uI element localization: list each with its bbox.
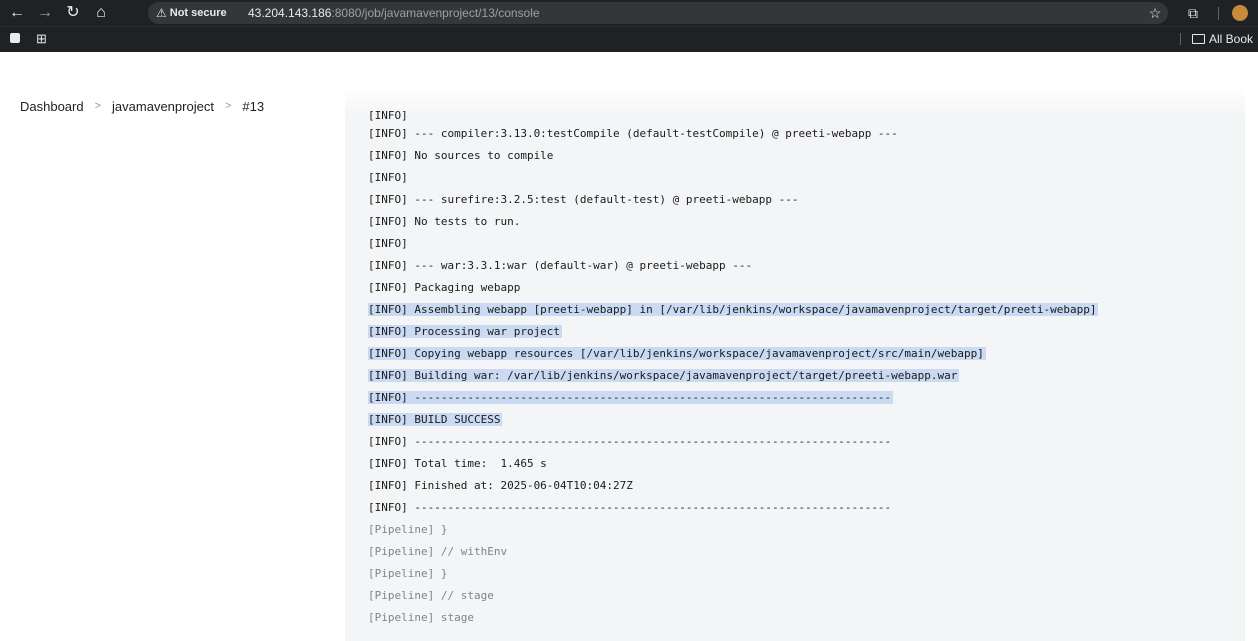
console-line: [INFO] No sources to compile xyxy=(368,145,1248,167)
console-line: [INFO] Processing war project xyxy=(368,321,1248,343)
breadcrumb-job[interactable]: javamavenproject xyxy=(112,99,214,114)
address-url[interactable]: 43.204.143.186:8080/job/javamavenproject… xyxy=(248,2,540,24)
pipeline-line: [Pipeline] // withEnv xyxy=(368,541,1248,563)
all-bookmarks-label: All Book xyxy=(1209,32,1254,46)
console-line-text: [INFO] Building war: /var/lib/jenkins/wo… xyxy=(368,369,960,382)
folder-icon xyxy=(1192,34,1205,44)
console-line-text: [INFO] xyxy=(368,237,408,250)
console-line-text: [INFO] Assembling webapp [preeti-webapp]… xyxy=(368,303,1099,316)
console-line: [INFO] Copying webapp resources [/var/li… xyxy=(368,343,1248,365)
profile-avatar[interactable] xyxy=(1232,5,1248,21)
console-line-text: [INFO] --- surefire:3.2.5:test (default-… xyxy=(368,193,799,206)
console-line: [INFO] ---------------------------------… xyxy=(368,387,1248,409)
console-line: [INFO] BUILD SUCCESS xyxy=(368,409,1248,431)
console-line: [INFO] Building war: /var/lib/jenkins/wo… xyxy=(368,365,1248,387)
warning-triangle-icon: ⚠ xyxy=(156,6,167,20)
console-line: [INFO] ---------------------------------… xyxy=(368,497,1248,519)
console-line: [INFO] ---------------------------------… xyxy=(368,431,1248,453)
console-line-text: [INFO] Total time: 1.465 s xyxy=(368,457,547,470)
browser-toolbar: ← → ↻ ⌂ ⚠ Not secure 43.204.143.186:8080… xyxy=(0,0,1258,26)
console-line: [INFO] --- compiler:3.13.0:testCompile (… xyxy=(368,123,1248,145)
pipeline-line: [Pipeline] // stage xyxy=(368,585,1248,607)
console-line: [INFO] Finished at: 2025-06-04T10:04:27Z xyxy=(368,475,1248,497)
pipeline-line: [Pipeline] stage xyxy=(368,607,1248,629)
console-line-text: [INFO] --- war:3.3.1:war (default-war) @… xyxy=(368,259,753,272)
pipeline-line: [Pipeline] } xyxy=(368,563,1248,585)
console-line-text: [INFO] --- compiler:3.13.0:testCompile (… xyxy=(368,127,898,140)
console-line-text: [INFO] Processing war project xyxy=(368,325,563,338)
url-path: :8080/job/javamavenproject/13/console xyxy=(331,6,540,20)
security-label: Not secure xyxy=(169,7,227,19)
console-line: [INFO] --- war:3.3.1:war (default-war) @… xyxy=(368,255,1248,277)
bookmarks-bar xyxy=(0,26,1258,53)
console-line: [INFO] --- surefire:3.2.5:test (default-… xyxy=(368,189,1248,211)
console-line-text: [INFO] xyxy=(368,171,408,184)
console-line-text: [Pipeline] // stage xyxy=(368,589,494,602)
console-line-text: [INFO] Copying webapp resources [/var/li… xyxy=(368,347,986,360)
reload-icon[interactable]: ↻ xyxy=(62,2,84,24)
apps-grid-icon[interactable]: ⊞ xyxy=(36,28,47,50)
console-line-text: [INFO] No sources to compile xyxy=(368,149,554,162)
sidebar-toggle-icon[interactable] xyxy=(10,33,20,43)
bookmark-star-icon[interactable]: ☆ xyxy=(1145,2,1165,24)
console-line-text: [INFO] Finished at: 2025-06-04T10:04:27Z xyxy=(368,479,633,492)
chevron-right-icon: > xyxy=(224,100,232,112)
console-line-text: [Pipeline] // withEnv xyxy=(368,545,508,558)
security-chip[interactable]: ⚠ Not secure xyxy=(156,4,227,22)
console-line-text: [INFO] BUILD SUCCESS xyxy=(368,413,503,426)
back-arrow-icon[interactable]: ← xyxy=(6,2,28,24)
console-line-text: [INFO] ---------------------------------… xyxy=(368,501,892,514)
home-icon[interactable]: ⌂ xyxy=(90,2,112,24)
console-line-text: [Pipeline] } xyxy=(368,567,448,580)
console-line: [INFO] xyxy=(368,233,1248,255)
console-line-text: [INFO] Packaging webapp xyxy=(368,281,521,294)
console-line: [INFO] xyxy=(368,167,1248,189)
console-line: [INFO] xyxy=(368,109,1248,123)
toolbar-divider xyxy=(1218,7,1219,20)
all-bookmarks-button[interactable]: All Book xyxy=(1192,28,1253,50)
console-line-text: [INFO] ---------------------------------… xyxy=(368,435,892,448)
console-line-text: [Pipeline] } xyxy=(368,523,448,536)
breadcrumb: Dashboard > javamavenproject > #13 xyxy=(20,96,264,116)
console-line: [INFO] Assembling webapp [preeti-webapp]… xyxy=(368,299,1248,321)
breadcrumb-build[interactable]: #13 xyxy=(242,99,264,114)
console-line: [INFO] No tests to run. xyxy=(368,211,1248,233)
console-line-text: [Pipeline] stage xyxy=(368,611,474,624)
chevron-right-icon: > xyxy=(94,100,102,112)
extensions-icon[interactable]: ⧉ xyxy=(1183,2,1203,24)
console-line-text: [INFO] No tests to run. xyxy=(368,215,521,228)
console-line-text: [INFO] xyxy=(368,109,408,122)
console-line: [INFO] Total time: 1.465 s xyxy=(368,453,1248,475)
console-output: [INFO] [INFO] --- compiler:3.13.0:testCom… xyxy=(368,109,1248,629)
forward-arrow-icon[interactable]: → xyxy=(34,2,56,24)
breadcrumb-dashboard[interactable]: Dashboard xyxy=(20,99,84,114)
bookmarks-divider xyxy=(1180,33,1181,45)
pipeline-line: [Pipeline] } xyxy=(368,519,1248,541)
console-line-text: [INFO] ---------------------------------… xyxy=(368,391,894,404)
console-line: [INFO] Packaging webapp xyxy=(368,277,1248,299)
url-host: 43.204.143.186 xyxy=(248,6,332,20)
